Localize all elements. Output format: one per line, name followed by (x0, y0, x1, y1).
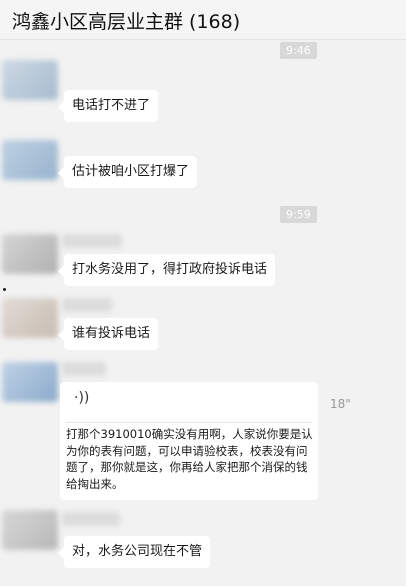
divider (66, 422, 312, 423)
group-title[interactable]: 鸿鑫小区高层业主群 (168) (12, 7, 240, 34)
avatar[interactable] (2, 362, 58, 402)
voice-message[interactable]: ·)) 打那个3910010确实没有用啊，人家说你要是认为你的表有问题，可以申请… (60, 382, 318, 500)
timestamp: 9:46 (280, 42, 317, 59)
message-bubble[interactable]: 电话打不进了 (57, 90, 159, 122)
voice-transcript: 打那个3910010确实没有用啊，人家说你要是认为你的表有问题，可以申请验校表，… (66, 427, 313, 491)
sender-name (62, 234, 122, 248)
sender-name (62, 362, 106, 376)
stray-dot (3, 288, 6, 291)
voice-wave-icon[interactable]: ·)) (74, 390, 89, 406)
avatar[interactable] (2, 140, 58, 180)
message-bubble[interactable]: 对，水务公司现在不管 (57, 536, 211, 568)
avatar[interactable] (2, 510, 58, 550)
avatar[interactable] (2, 298, 58, 338)
chat-header: 鸿鑫小区高层业主群 (168) (0, 0, 406, 40)
sender-name (62, 298, 112, 312)
avatar[interactable] (2, 60, 58, 100)
message-bubble[interactable]: 估计被咱小区打爆了 (57, 156, 198, 188)
timestamp: 9:59 (280, 206, 317, 223)
voice-duration: 18" (330, 397, 351, 411)
avatar[interactable] (2, 234, 58, 274)
sender-name (62, 512, 120, 526)
message-bubble[interactable]: 谁有投诉电话 (57, 318, 159, 350)
message-bubble[interactable]: 打水务没用了，得打政府投诉电话 (57, 254, 276, 286)
